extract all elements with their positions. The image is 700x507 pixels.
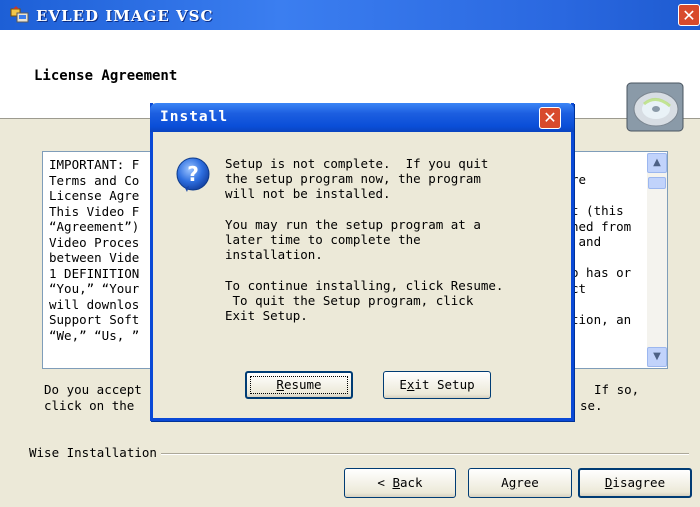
install-dialog: Install ✕ ? Setup is not complete. If yo…	[150, 103, 574, 421]
license-text-left: IMPORTANT: F Terms and Co License Agre T…	[49, 157, 140, 343]
dialog-message: Setup is not complete. If you quit the s…	[225, 156, 504, 324]
exit-label: it Setup	[414, 377, 475, 392]
agree-label: ree	[516, 475, 539, 490]
dialog-close-button[interactable]: ✕	[539, 107, 561, 129]
scroll-down-button[interactable]: ▼	[647, 347, 667, 367]
close-button[interactable]: ✕	[678, 4, 700, 26]
exit-setup-button[interactable]: Exit Setup	[383, 371, 491, 399]
license-text-right: re t (this ned from and o has or ct tion…	[571, 172, 632, 327]
question-line1-right: If so,	[594, 382, 640, 397]
question-line2-left: click on the	[44, 398, 135, 413]
question-icon: ?	[176, 157, 210, 192]
exit-first: E	[399, 377, 407, 392]
disagree-label: isagree	[612, 475, 666, 490]
focus-rect	[250, 376, 348, 394]
vertical-scrollbar[interactable]: ▲ ▼	[647, 153, 667, 367]
cd-disc-icon	[626, 82, 684, 132]
title-bar[interactable]: EVLED IMAGE VSC ✕	[0, 0, 700, 31]
agree-button[interactable]: Agree	[468, 468, 572, 498]
disagree-button[interactable]: Disagree	[578, 468, 692, 498]
dialog-title-bar[interactable]: Install ✕	[150, 103, 574, 132]
svg-text:?: ?	[187, 162, 199, 186]
window-title: EVLED IMAGE VSC	[36, 7, 214, 25]
dialog-title: Install	[160, 109, 229, 125]
back-label: ack	[400, 475, 423, 490]
back-button[interactable]: < Back	[344, 468, 456, 498]
agree-first: A	[501, 475, 509, 490]
question-line2-right: se.	[580, 398, 603, 413]
back-accel: B	[392, 475, 400, 490]
installer-icon	[10, 6, 29, 23]
page-title: License Agreement	[34, 68, 178, 84]
back-prefix: <	[377, 475, 393, 490]
scroll-up-button[interactable]: ▲	[647, 153, 667, 173]
scroll-thumb[interactable]	[648, 177, 666, 189]
resume-button[interactable]: Resume	[245, 371, 353, 399]
group-label: Wise Installation	[29, 445, 161, 460]
question-line1-left: Do you accept	[44, 382, 142, 397]
